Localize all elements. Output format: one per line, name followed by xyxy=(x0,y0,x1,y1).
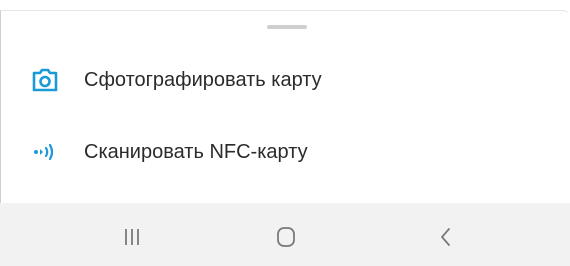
home-icon xyxy=(266,217,306,257)
drag-handle[interactable] xyxy=(267,25,307,29)
scan-nfc-card-label: Сканировать NFC-карту xyxy=(84,141,308,163)
nfc-icon xyxy=(31,139,59,165)
scan-nfc-card-button[interactable]: Сканировать NFC-карту xyxy=(1,121,569,179)
home-button[interactable] xyxy=(266,217,306,257)
take-photo-of-card-button[interactable]: Сфотографировать карту xyxy=(1,49,569,107)
back-icon xyxy=(426,217,466,257)
take-photo-of-card-label: Сфотографировать карту xyxy=(84,69,322,91)
back-button[interactable] xyxy=(426,217,466,257)
screen: Сфотографировать карту Сканировать NFC-к… xyxy=(0,0,570,266)
recents-icon xyxy=(112,217,152,257)
recents-button[interactable] xyxy=(112,217,152,257)
bottom-sheet: Сфотографировать карту Сканировать NFC-к… xyxy=(0,10,569,203)
system-navigation-bar xyxy=(0,203,570,266)
camera-icon xyxy=(31,67,59,93)
